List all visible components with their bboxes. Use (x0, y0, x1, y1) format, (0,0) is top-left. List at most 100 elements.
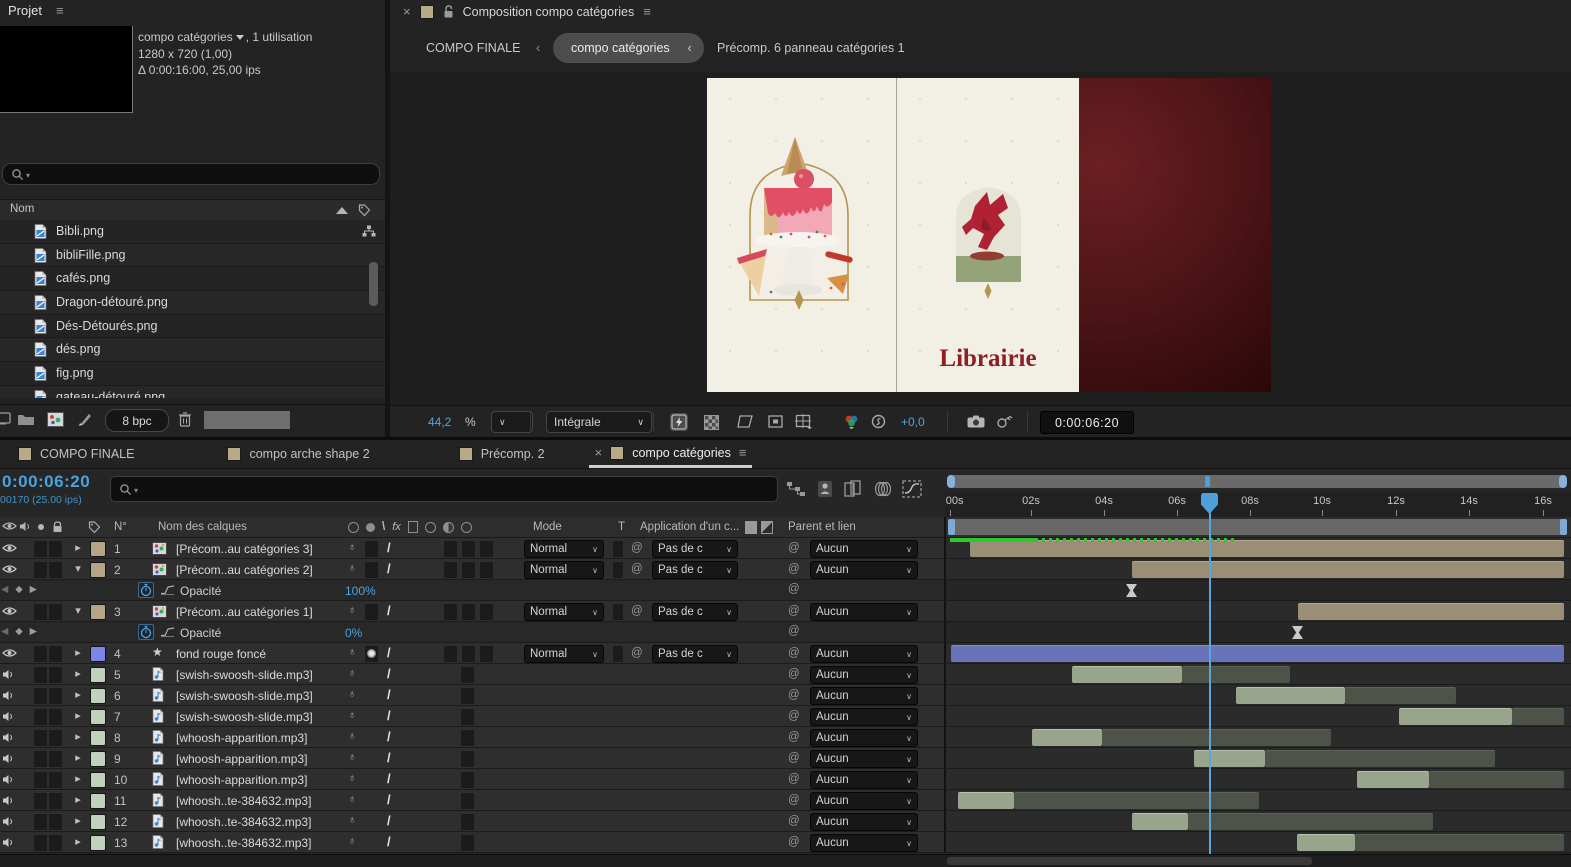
lock-box[interactable] (48, 666, 63, 684)
layer-track[interactable] (946, 685, 1571, 706)
audio-box[interactable] (460, 813, 475, 831)
label-swatch[interactable] (90, 541, 106, 557)
quality-switch[interactable]: / (387, 813, 391, 828)
parent-dropdown[interactable]: Aucun∨ (810, 666, 918, 684)
layer-bar[interactable] (1297, 834, 1355, 851)
audio-box[interactable] (460, 834, 475, 852)
label-swatch[interactable] (90, 688, 106, 704)
parent-pickwhip-icon[interactable]: @ (788, 773, 800, 785)
anchor-switch-icon[interactable]: ♁ (348, 646, 356, 658)
speaker-icon[interactable] (2, 837, 15, 848)
viewer-timecode[interactable]: 0:00:06:20 (1040, 411, 1134, 434)
file-row[interactable]: cafés.png (0, 267, 385, 291)
footage-icon[interactable] (47, 412, 64, 427)
parent-dropdown[interactable]: Aucun∨ (810, 771, 918, 789)
layer-track[interactable] (946, 601, 1571, 622)
exposure-icon[interactable] (871, 414, 886, 429)
audio-box[interactable] (460, 792, 475, 810)
tab-menu-icon[interactable]: ≡ (739, 445, 747, 460)
motion-blur-icon[interactable] (873, 480, 891, 498)
tab-close-icon[interactable]: × (403, 4, 411, 19)
file-row[interactable]: Bibli.png (0, 220, 385, 244)
effects-switch[interactable] (367, 649, 376, 658)
layer-row[interactable]: ▾ 2 ★ [Précom..au catégories 2] ♁ / Norm… (0, 559, 1571, 580)
label-swatch[interactable] (90, 730, 106, 746)
layer-bar[interactable] (1132, 561, 1564, 578)
t-box[interactable] (612, 540, 624, 558)
audio-box[interactable] (460, 771, 475, 789)
layer-bar[interactable] (1014, 792, 1259, 809)
parent-column-header[interactable]: Parent et lien (788, 521, 856, 533)
video-column-eye-icon[interactable] (2, 521, 17, 531)
expand-arrow[interactable]: ▸ (71, 646, 85, 659)
timeline-tab[interactable]: × COMPO FINALE ≡ (12, 440, 140, 468)
solo-box[interactable] (33, 645, 48, 663)
anchor-switch-icon[interactable]: ♁ (348, 667, 356, 679)
property-pickwhip-icon[interactable]: @ (788, 625, 800, 637)
graph-icon[interactable] (160, 626, 175, 637)
add-keyframe-icon[interactable]: ◆ (15, 626, 22, 637)
panel-list-icon[interactable] (0, 412, 12, 426)
parent-pickwhip-icon[interactable]: @ (788, 542, 800, 554)
property-row[interactable]: ◀◆▶ Opacité 100% @ (0, 580, 1571, 601)
t-box[interactable] (612, 645, 624, 663)
label-swatch[interactable] (90, 835, 106, 851)
solo-box[interactable] (33, 687, 48, 705)
quality-switch[interactable]: / (387, 540, 391, 555)
layer-track[interactable] (946, 727, 1571, 748)
mode-dropdown[interactable]: Normal∨ (524, 603, 604, 621)
audio-box[interactable] (460, 666, 475, 684)
lock-box[interactable] (48, 813, 63, 831)
expand-arrow[interactable]: ▸ (71, 835, 85, 848)
layer-bar[interactable] (1132, 813, 1188, 830)
layer-row[interactable]: ▸ 8 ★ [whoosh-apparition.mp3] ♁ / ∨ @ ∨ … (0, 727, 1571, 748)
layer-track[interactable] (946, 832, 1571, 853)
solo-box[interactable] (33, 792, 48, 810)
layer-bar[interactable] (1357, 771, 1429, 788)
anchor-switch-icon[interactable]: ♁ (348, 709, 356, 721)
eye-icon[interactable] (2, 543, 17, 553)
property-row[interactable]: ◀◆▶ Opacité 0% @ (0, 622, 1571, 643)
lock-box[interactable] (48, 687, 63, 705)
composition-flowchart-icon[interactable] (786, 480, 806, 498)
parent-dropdown[interactable]: Aucun∨ (810, 603, 918, 621)
switch-box[interactable] (364, 540, 379, 558)
parent-pickwhip-icon[interactable]: @ (788, 647, 800, 659)
matte-pickwhip-icon[interactable]: @ (631, 563, 643, 575)
property-pickwhip-icon[interactable]: @ (788, 583, 800, 595)
layer-row[interactable]: ▸ 6 ★ [swish-swoosh-slide.mp3] ♁ / ∨ @ ∨… (0, 685, 1571, 706)
mode-dropdown[interactable]: Normal∨ (524, 645, 604, 663)
graph-editor-icon[interactable] (902, 480, 922, 498)
property-track[interactable] (946, 622, 1571, 643)
parent-pickwhip-icon[interactable]: @ (788, 752, 800, 764)
interpret-footage-icon[interactable] (78, 412, 93, 427)
layer-track[interactable] (946, 643, 1571, 664)
tag-column-icon[interactable] (358, 204, 371, 217)
parent-pickwhip-icon[interactable]: @ (788, 836, 800, 848)
speaker-icon[interactable] (2, 732, 15, 743)
solo-box[interactable] (33, 750, 48, 768)
label-swatch[interactable] (90, 709, 106, 725)
transparency-grid-icon[interactable] (704, 415, 719, 430)
anchor-switch-icon[interactable]: ♁ (348, 751, 356, 763)
parent-pickwhip-icon[interactable]: @ (788, 710, 800, 722)
layer-row[interactable]: ▸ 7 ★ [swish-swoosh-slide.mp3] ♁ / ∨ @ ∨… (0, 706, 1571, 727)
solo-box[interactable] (33, 729, 48, 747)
parent-dropdown[interactable]: Aucun∨ (810, 834, 918, 852)
layer-track[interactable] (946, 811, 1571, 832)
timeline-horizontal-scrollbar[interactable] (947, 857, 1312, 865)
matte-dropdown[interactable]: Pas de c∨ (652, 603, 738, 621)
property-track[interactable] (946, 580, 1571, 601)
dropdown-triangle-icon[interactable] (236, 35, 244, 40)
layer-track[interactable] (946, 790, 1571, 811)
parent-pickwhip-icon[interactable]: @ (788, 668, 800, 680)
toggle-switches-icon[interactable] (761, 521, 773, 534)
layer-row[interactable]: ▸ 5 ★ [swish-swoosh-slide.mp3] ♁ / ∨ @ ∨… (0, 664, 1571, 685)
mask-toggle-icon[interactable] (737, 415, 753, 428)
speaker-icon[interactable] (2, 753, 15, 764)
expand-arrow[interactable]: ▸ (71, 667, 85, 680)
quality-switch[interactable]: / (387, 603, 391, 618)
layer-track[interactable] (946, 559, 1571, 580)
label-swatch[interactable] (90, 814, 106, 830)
expand-arrow[interactable]: ▸ (71, 688, 85, 701)
